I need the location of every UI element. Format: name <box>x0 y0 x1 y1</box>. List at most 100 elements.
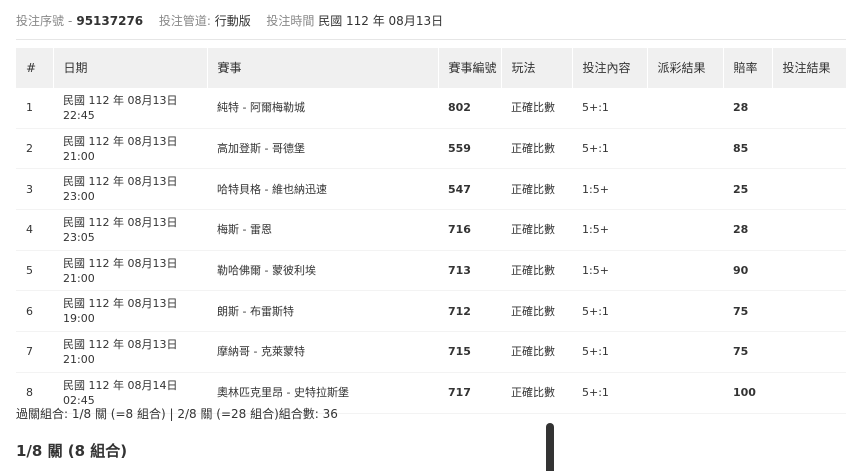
row-match-code: 716 <box>438 209 501 251</box>
bet-table: # 日期 賽事 賽事編號 玩法 投注內容 派彩結果 賠率 投注結果 1 民國 1… <box>16 48 846 414</box>
table-row: 2 民國 112 年 08月13日 21:00 高加登斯 - 哥德堡 559 正確… <box>16 128 846 170</box>
bet-detail-page: 投注序號 -95137276 投注管道: 行動版 投注時間 民國 112 年 08… <box>0 0 856 471</box>
row-index: 6 <box>16 290 53 333</box>
row-index: 5 <box>16 250 53 292</box>
row-match: 摩納哥 - 克萊蒙特 <box>207 331 438 373</box>
row-play-type: 正確比數 <box>501 290 572 333</box>
row-date-time: 23:05 <box>63 230 95 244</box>
row-match-code: 547 <box>438 168 501 211</box>
row-date-day: 民國 112 年 08月13日 <box>63 93 178 107</box>
row-play-type: 正確比數 <box>501 209 572 251</box>
info-divider <box>16 39 846 40</box>
row-payout-result <box>647 250 723 292</box>
row-date: 民國 112 年 08月13日 23:05 <box>53 209 207 251</box>
row-date-time: 21:00 <box>63 352 95 366</box>
row-date: 民國 112 年 08月13日 19:00 <box>53 290 207 333</box>
row-date-time: 23:00 <box>63 190 95 204</box>
header-date: 日期 <box>52 48 207 88</box>
serial-value: 95137276 <box>76 14 144 28</box>
table-row: 5 民國 112 年 08月13日 21:00 勒哈佛爾 - 蒙彼利埃 713 正… <box>16 250 846 292</box>
row-odds: 90 <box>723 250 772 292</box>
table-row: 1 民國 112 年 08月13日 22:45 純特 - 阿爾梅勒城 802 正確… <box>16 88 846 129</box>
header-odds: 賠率 <box>722 48 772 88</box>
row-play-type: 正確比數 <box>501 250 572 292</box>
row-bet-result <box>772 88 846 129</box>
row-odds: 100 <box>723 372 772 414</box>
row-date-time: 22:45 <box>63 108 95 122</box>
row-match: 梅斯 - 雷恩 <box>207 209 438 251</box>
row-payout-result <box>647 168 723 211</box>
row-date-time: 21:00 <box>63 271 95 285</box>
row-match: 朗斯 - 布雷斯特 <box>207 290 438 333</box>
bet-info-bar: 投注序號 -95137276 投注管道: 行動版 投注時間 民國 112 年 08… <box>16 14 444 28</box>
row-index: 1 <box>16 88 53 129</box>
header-bet-content: 投注內容 <box>571 48 647 88</box>
row-match-code: 713 <box>438 250 501 292</box>
header-play-type: 玩法 <box>500 48 572 88</box>
row-date-day: 民國 112 年 08月13日 <box>63 134 178 148</box>
table-row: 3 民國 112 年 08月13日 23:00 哈特貝格 - 維也納迅速 547 … <box>16 168 846 211</box>
row-odds: 85 <box>723 128 772 170</box>
row-match: 哈特貝格 - 維也納迅速 <box>207 168 438 211</box>
row-bet-content: 1:5+ <box>572 209 647 251</box>
header-bet-result: 投注結果 <box>771 48 846 88</box>
header-index: # <box>16 48 53 88</box>
row-date: 民國 112 年 08月13日 22:45 <box>53 88 207 129</box>
row-odds: 25 <box>723 168 772 211</box>
row-index: 3 <box>16 168 53 211</box>
row-date-day: 民國 112 年 08月14日 <box>63 378 178 392</box>
row-date-day: 民國 112 年 08月13日 <box>63 297 178 311</box>
row-match-code: 715 <box>438 331 501 373</box>
header-payout-result: 派彩結果 <box>646 48 723 88</box>
row-date-day: 民國 112 年 08月13日 <box>63 337 178 351</box>
row-payout-result <box>647 128 723 170</box>
row-date-day: 民國 112 年 08月13日 <box>63 256 178 270</box>
row-match: 高加登斯 - 哥德堡 <box>207 128 438 170</box>
row-index: 4 <box>16 209 53 251</box>
row-bet-result <box>772 250 846 292</box>
row-play-type: 正確比數 <box>501 168 572 211</box>
row-payout-result <box>647 372 723 414</box>
row-odds: 75 <box>723 290 772 333</box>
row-date-time: 02:45 <box>63 393 95 407</box>
row-date-time: 19:00 <box>63 312 95 326</box>
table-header-row: # 日期 賽事 賽事編號 玩法 投注內容 派彩結果 賠率 投注結果 <box>16 48 846 88</box>
row-payout-result <box>647 88 723 129</box>
row-payout-result <box>647 209 723 251</box>
row-date: 民國 112 年 08月13日 21:00 <box>53 128 207 170</box>
row-payout-result <box>647 331 723 373</box>
row-date: 民國 112 年 08月13日 21:00 <box>53 331 207 373</box>
row-bet-result <box>772 168 846 211</box>
row-bet-result <box>772 331 846 373</box>
row-date-day: 民國 112 年 08月13日 <box>63 215 178 229</box>
row-bet-result <box>772 372 846 414</box>
serial-label: 投注序號 <box>16 14 65 28</box>
channel-value: 行動版 <box>214 14 251 28</box>
row-match: 勒哈佛爾 - 蒙彼利埃 <box>207 250 438 292</box>
table-row: 6 民國 112 年 08月13日 19:00 朗斯 - 布雷斯特 712 正確比… <box>16 290 846 333</box>
section-title: 1/8 關 (8 組合) <box>16 442 128 460</box>
row-bet-result <box>772 290 846 333</box>
row-bet-content: 5+:1 <box>572 331 647 373</box>
row-bet-content: 5+:1 <box>572 128 647 170</box>
row-match-code: 802 <box>438 88 501 129</box>
row-index: 2 <box>16 128 53 170</box>
row-bet-result <box>772 128 846 170</box>
row-date: 民國 112 年 08月13日 21:00 <box>53 250 207 292</box>
time-label: 投注時間 <box>266 14 315 28</box>
row-bet-result <box>772 209 846 251</box>
row-odds: 28 <box>723 209 772 251</box>
combination-summary: 過關組合: 1/8 關 (=8 組合) | 2/8 關 (=28 組合)組合數:… <box>16 407 338 421</box>
row-play-type: 正確比數 <box>501 372 572 414</box>
row-bet-content: 1:5+ <box>572 168 647 211</box>
row-match-code: 717 <box>438 372 501 414</box>
table-row: 4 民國 112 年 08月13日 23:05 梅斯 - 雷恩 716 正確比數 … <box>16 209 846 251</box>
scroll-handle[interactable] <box>546 423 554 471</box>
row-match-code: 559 <box>438 128 501 170</box>
row-bet-content: 1:5+ <box>572 250 647 292</box>
header-match: 賽事 <box>206 48 438 88</box>
row-payout-result <box>647 290 723 333</box>
row-index: 7 <box>16 331 53 373</box>
row-match-code: 712 <box>438 290 501 333</box>
row-play-type: 正確比數 <box>501 88 572 129</box>
